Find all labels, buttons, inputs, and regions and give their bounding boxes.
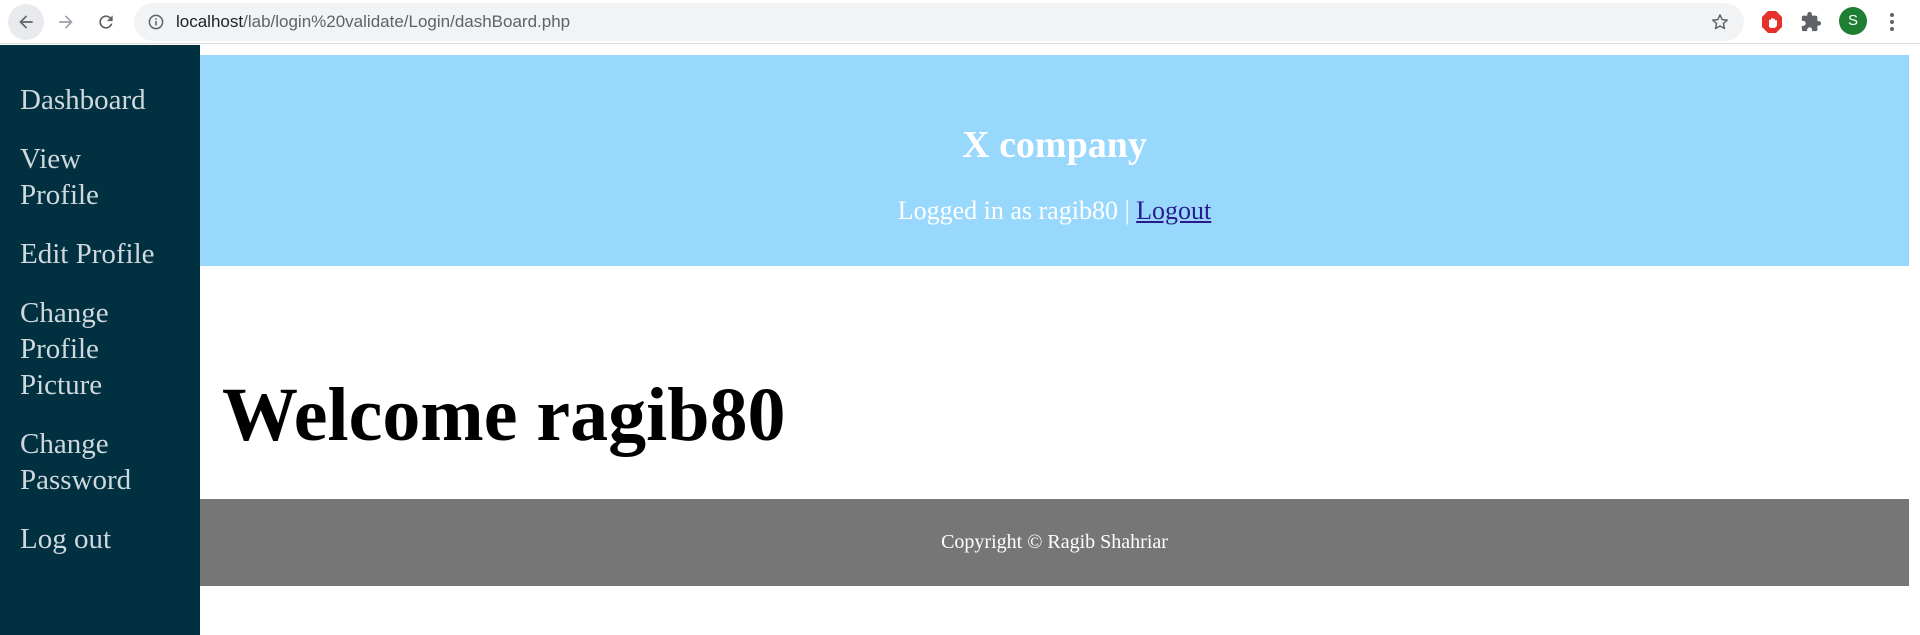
sidebar-item-change-profile-picture[interactable]: Change Profile Picture bbox=[0, 295, 125, 403]
star-icon[interactable] bbox=[1710, 12, 1730, 32]
login-status: Logged in as ragib80 | Logout bbox=[200, 195, 1909, 227]
site-header: X company Logged in as ragib80 | Logout bbox=[200, 55, 1909, 266]
address-bar[interactable]: localhost/lab/login%20validate/Login/das… bbox=[134, 3, 1744, 41]
sidebar-item-log-out[interactable]: Log out bbox=[0, 521, 200, 557]
forward-button[interactable] bbox=[48, 4, 84, 40]
sidebar-item-edit-profile[interactable]: Edit Profile bbox=[0, 236, 200, 272]
back-button[interactable] bbox=[8, 4, 44, 40]
url-text[interactable]: localhost/lab/login%20validate/Login/das… bbox=[176, 12, 570, 32]
arrow-right-icon bbox=[59, 15, 73, 29]
reload-icon bbox=[99, 15, 113, 29]
sidebar-item-dashboard[interactable]: Dashboard bbox=[0, 82, 200, 118]
url-path: /lab/login%20validate/Login/dashBoard.ph… bbox=[243, 12, 571, 31]
browser-toolbar: localhost/lab/login%20validate/Login/das… bbox=[0, 0, 1920, 44]
profile-avatar[interactable]: S bbox=[1839, 7, 1867, 35]
reload-button[interactable] bbox=[88, 4, 124, 40]
welcome-heading: Welcome ragib80 bbox=[222, 373, 786, 457]
info-icon[interactable] bbox=[148, 14, 164, 30]
three-dots-icon[interactable] bbox=[1880, 10, 1904, 34]
company-title: X company bbox=[962, 124, 1147, 166]
sidebar: Dashboard View Profile Edit Profile Chan… bbox=[0, 45, 200, 635]
copyright-text: Copyright © Ragib Shahriar bbox=[941, 531, 1168, 553]
logged-in-text: Logged in as ragib80 | bbox=[897, 196, 1137, 225]
arrow-left-icon bbox=[19, 15, 33, 29]
url-host: localhost bbox=[176, 12, 244, 31]
sidebar-item-change-password[interactable]: Change Password bbox=[0, 426, 160, 498]
sidebar-item-view-profile[interactable]: View Profile bbox=[0, 141, 125, 213]
site-footer: Copyright © Ragib Shahriar bbox=[200, 499, 1909, 586]
puzzle-icon[interactable] bbox=[1800, 11, 1822, 33]
adblock-icon[interactable] bbox=[1760, 10, 1784, 34]
logout-link[interactable]: Logout bbox=[1136, 196, 1211, 225]
